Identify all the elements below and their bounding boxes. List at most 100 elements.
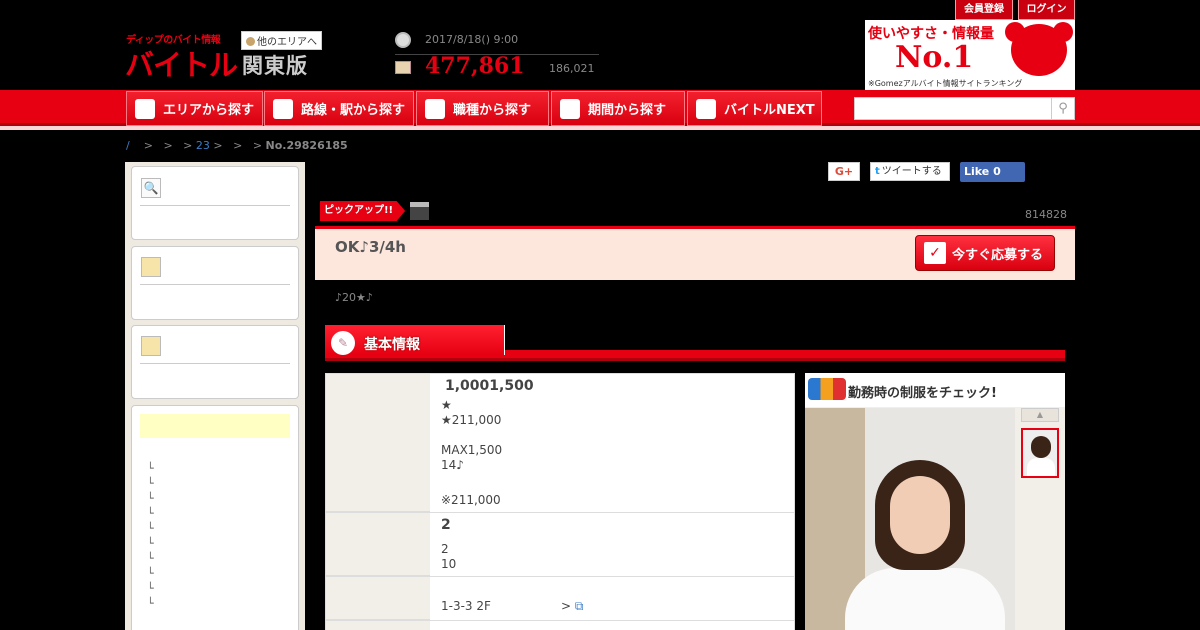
thumbnail-up-arrow-icon[interactable]: ▲ [1021,408,1059,422]
nav-label: 期間から探す [588,103,667,118]
uniform-photo [805,408,1015,630]
tree-mark: └ [147,567,154,580]
schedule-headline: 2 [441,517,451,533]
area-name: 関東版 [242,54,308,78]
facebook-like-button[interactable]: Like 0 [960,162,1025,182]
pencil-icon [696,98,716,119]
nav-label: エリアから探す [163,103,255,118]
schedule-line: 2 [441,542,449,556]
salary-line: ★ [441,398,452,412]
breadcrumb-root[interactable]: / [126,139,130,152]
no1-banner[interactable]: 使いやすさ・情報量 No.1 ※Gomezアルバイト情報サイトランキング [865,20,1075,90]
external-link-icon: ⧉ [574,599,584,613]
breadcrumb-link-23[interactable]: 23 [196,139,210,152]
magnifier-icon[interactable]: 🔍 [141,178,161,198]
nav-label: 路線・駅から探す [301,103,406,118]
apply-label: 今すぐ応募する [952,247,1044,263]
apply-now-button[interactable]: ✓ 今すぐ応募する [915,235,1055,271]
salary-line: ※211,000 [441,493,501,507]
other-area-label: 他のエリアへ [257,37,317,48]
mail-icon [395,61,411,74]
tree-mark: └ [147,522,154,535]
new-jobs-count: 186,021 [549,62,595,75]
breadcrumb-current: No.29826185 [265,139,348,152]
salary-line: MAX1,500 [441,443,503,457]
folder-icon[interactable] [141,257,161,277]
pencil-note-icon: ✎ [331,331,355,355]
train-icon [273,98,293,119]
table-header-location [326,577,430,620]
breadcrumb: / > > > 23 > > > No.29826185 [126,139,348,152]
mascot-icon [1005,22,1073,76]
schedule-line: 10 [441,557,457,571]
tree-mark: └ [147,597,154,610]
section-title: 基本情報 [364,337,420,353]
map-link[interactable]: > ⧉ [561,599,583,614]
map-icon [135,98,155,119]
banner-line3: ※Gomezアルバイト情報サイトランキング [868,79,1023,88]
like-label: Like 0 [964,165,1001,178]
sidebar-highlight-bar [140,414,290,438]
location-address: 1-3-3 2F [441,599,491,613]
tree-mark: └ [147,537,154,550]
clapperboard-icon [410,202,429,220]
tree-mark: └ [147,477,154,490]
sidebar-category-box [131,405,299,630]
calendar-icon [560,98,580,119]
nav-label: 職種から探す [453,103,532,118]
map-link-label: > [561,599,572,613]
person-icon [425,98,445,119]
sidebar-divider [140,363,290,364]
tree-mark: └ [147,582,154,595]
table-header-next [326,621,430,630]
uniform-thumbnail[interactable] [1021,428,1059,478]
tree-mark: └ [147,507,154,520]
clock-icon [395,32,411,48]
search-button[interactable]: ⚲ [1052,97,1075,120]
tree-mark: └ [147,462,154,475]
nav-baitoru-next[interactable]: バイトルNEXT [687,91,822,126]
job-title: OK♪3/4h [335,238,406,256]
pickup-badge: ピックアップ!! [320,201,406,221]
gplus-share-button[interactable]: G+ [828,162,860,181]
salary-line: ★211,000 [441,413,502,427]
breadcrumb-sep: > [163,139,173,152]
nav-label: バイトルNEXT [724,103,815,118]
breadcrumb-sep: > [213,139,223,152]
nav-shadow [0,126,1200,130]
uniform-icons [808,378,846,400]
salary-line: 14♪ [441,458,464,472]
table-header-schedule [326,513,430,576]
breadcrumb-sep: > [233,139,243,152]
breadcrumb-sep: > [143,139,153,152]
job-catchcopy: ♪20★♪ [335,291,373,304]
search-icon: ⚲ [1058,101,1068,116]
nav-job-type-search[interactable]: 職種から探す [416,91,549,126]
search-input[interactable] [854,97,1052,120]
tree-mark: └ [147,492,154,505]
salary-headline: 1,0001,500 [445,378,534,394]
total-jobs-count: 477,861 [425,53,525,79]
twitter-bird-icon: t [875,166,880,177]
folder-cursor-icon[interactable] [141,336,161,356]
site-logo[interactable]: バイトル [125,42,238,84]
sidebar-divider [140,284,290,285]
job-id: 814828 [1025,208,1067,221]
tree-mark: └ [147,552,154,565]
tweet-label: ツイートする [881,166,942,177]
uniform-title: 勤務時の制服をチェック! [848,386,997,401]
nav-station-search[interactable]: 路線・駅から探す [264,91,414,126]
login-button[interactable]: ログイン [1018,0,1075,20]
tweet-button[interactable]: t ツイートする [870,162,950,181]
breadcrumb-sep: > [252,139,263,152]
breadcrumb-sep: > [183,139,193,152]
check-icon: ✓ [924,242,946,264]
nav-area-search[interactable]: エリアから探す [126,91,263,126]
update-datetime: 2017/8/18() 9:00 [425,33,519,46]
member-register-button[interactable]: 会員登録 [955,0,1013,20]
nav-period-search[interactable]: 期間から探す [551,91,685,126]
banner-line2: No.1 [895,40,974,75]
sidebar-divider [140,205,290,206]
other-area-link[interactable]: 他のエリアへ [241,31,322,50]
table-header-salary [326,374,430,512]
